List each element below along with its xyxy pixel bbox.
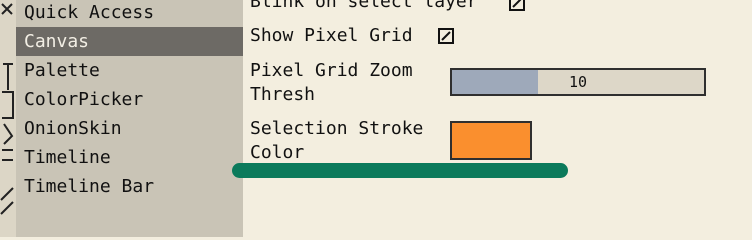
sidebar-item-quick-access[interactable]: Quick Access	[16, 0, 243, 27]
pixel-grid-zoom-label-line2: Thresh	[250, 84, 316, 105]
sidebar-item-timeline-bar[interactable]: Timeline Bar	[16, 172, 243, 201]
sidebar-item-onionskin[interactable]: OnionSkin	[16, 114, 243, 143]
sidebar-item-timeline[interactable]: Timeline	[16, 143, 243, 172]
sidebar-item-label: ColorPicker	[24, 89, 144, 110]
sidebar-item-label: Timeline	[24, 147, 111, 168]
checkmark-icon	[441, 31, 451, 41]
sidebar-item-colorpicker[interactable]: ColorPicker	[16, 85, 243, 114]
show-pixel-grid-label: Show Pixel Grid	[250, 25, 413, 46]
annotation-underline	[232, 163, 568, 178]
sidebar-item-canvas[interactable]: Canvas	[16, 27, 243, 56]
sidebar-item-label: Quick Access	[24, 2, 155, 23]
tool-strip	[0, 0, 16, 237]
sidebar-item-label: OnionSkin	[24, 118, 122, 139]
selection-stroke-color-label-line2: Color	[250, 142, 305, 163]
sidebar-item-label: Timeline Bar	[24, 176, 155, 197]
slider-value: 10	[568, 73, 588, 91]
pixel-grid-zoom-slider[interactable]: 10	[450, 68, 706, 96]
selection-stroke-color-label-line1: Selection Stroke	[250, 118, 424, 139]
settings-sidebar: Quick Access Canvas Palette ColorPicker …	[16, 0, 243, 237]
checkmark-icon	[512, 0, 522, 8]
sidebar-item-palette[interactable]: Palette	[16, 56, 243, 85]
sidebar-item-label: Canvas	[24, 31, 90, 52]
sidebar-item-label: Palette	[24, 60, 100, 81]
pixel-grid-zoom-label-line1: Pixel Grid Zoom	[250, 60, 413, 81]
canvas-settings-panel: Blink on select layer Show Pixel Grid Pi…	[243, 0, 752, 237]
selection-stroke-color-swatch[interactable]	[450, 121, 532, 160]
blink-on-select-label: Blink on select layer	[250, 0, 478, 12]
blink-on-select-checkbox[interactable]	[509, 0, 525, 11]
show-pixel-grid-checkbox[interactable]	[438, 28, 454, 44]
